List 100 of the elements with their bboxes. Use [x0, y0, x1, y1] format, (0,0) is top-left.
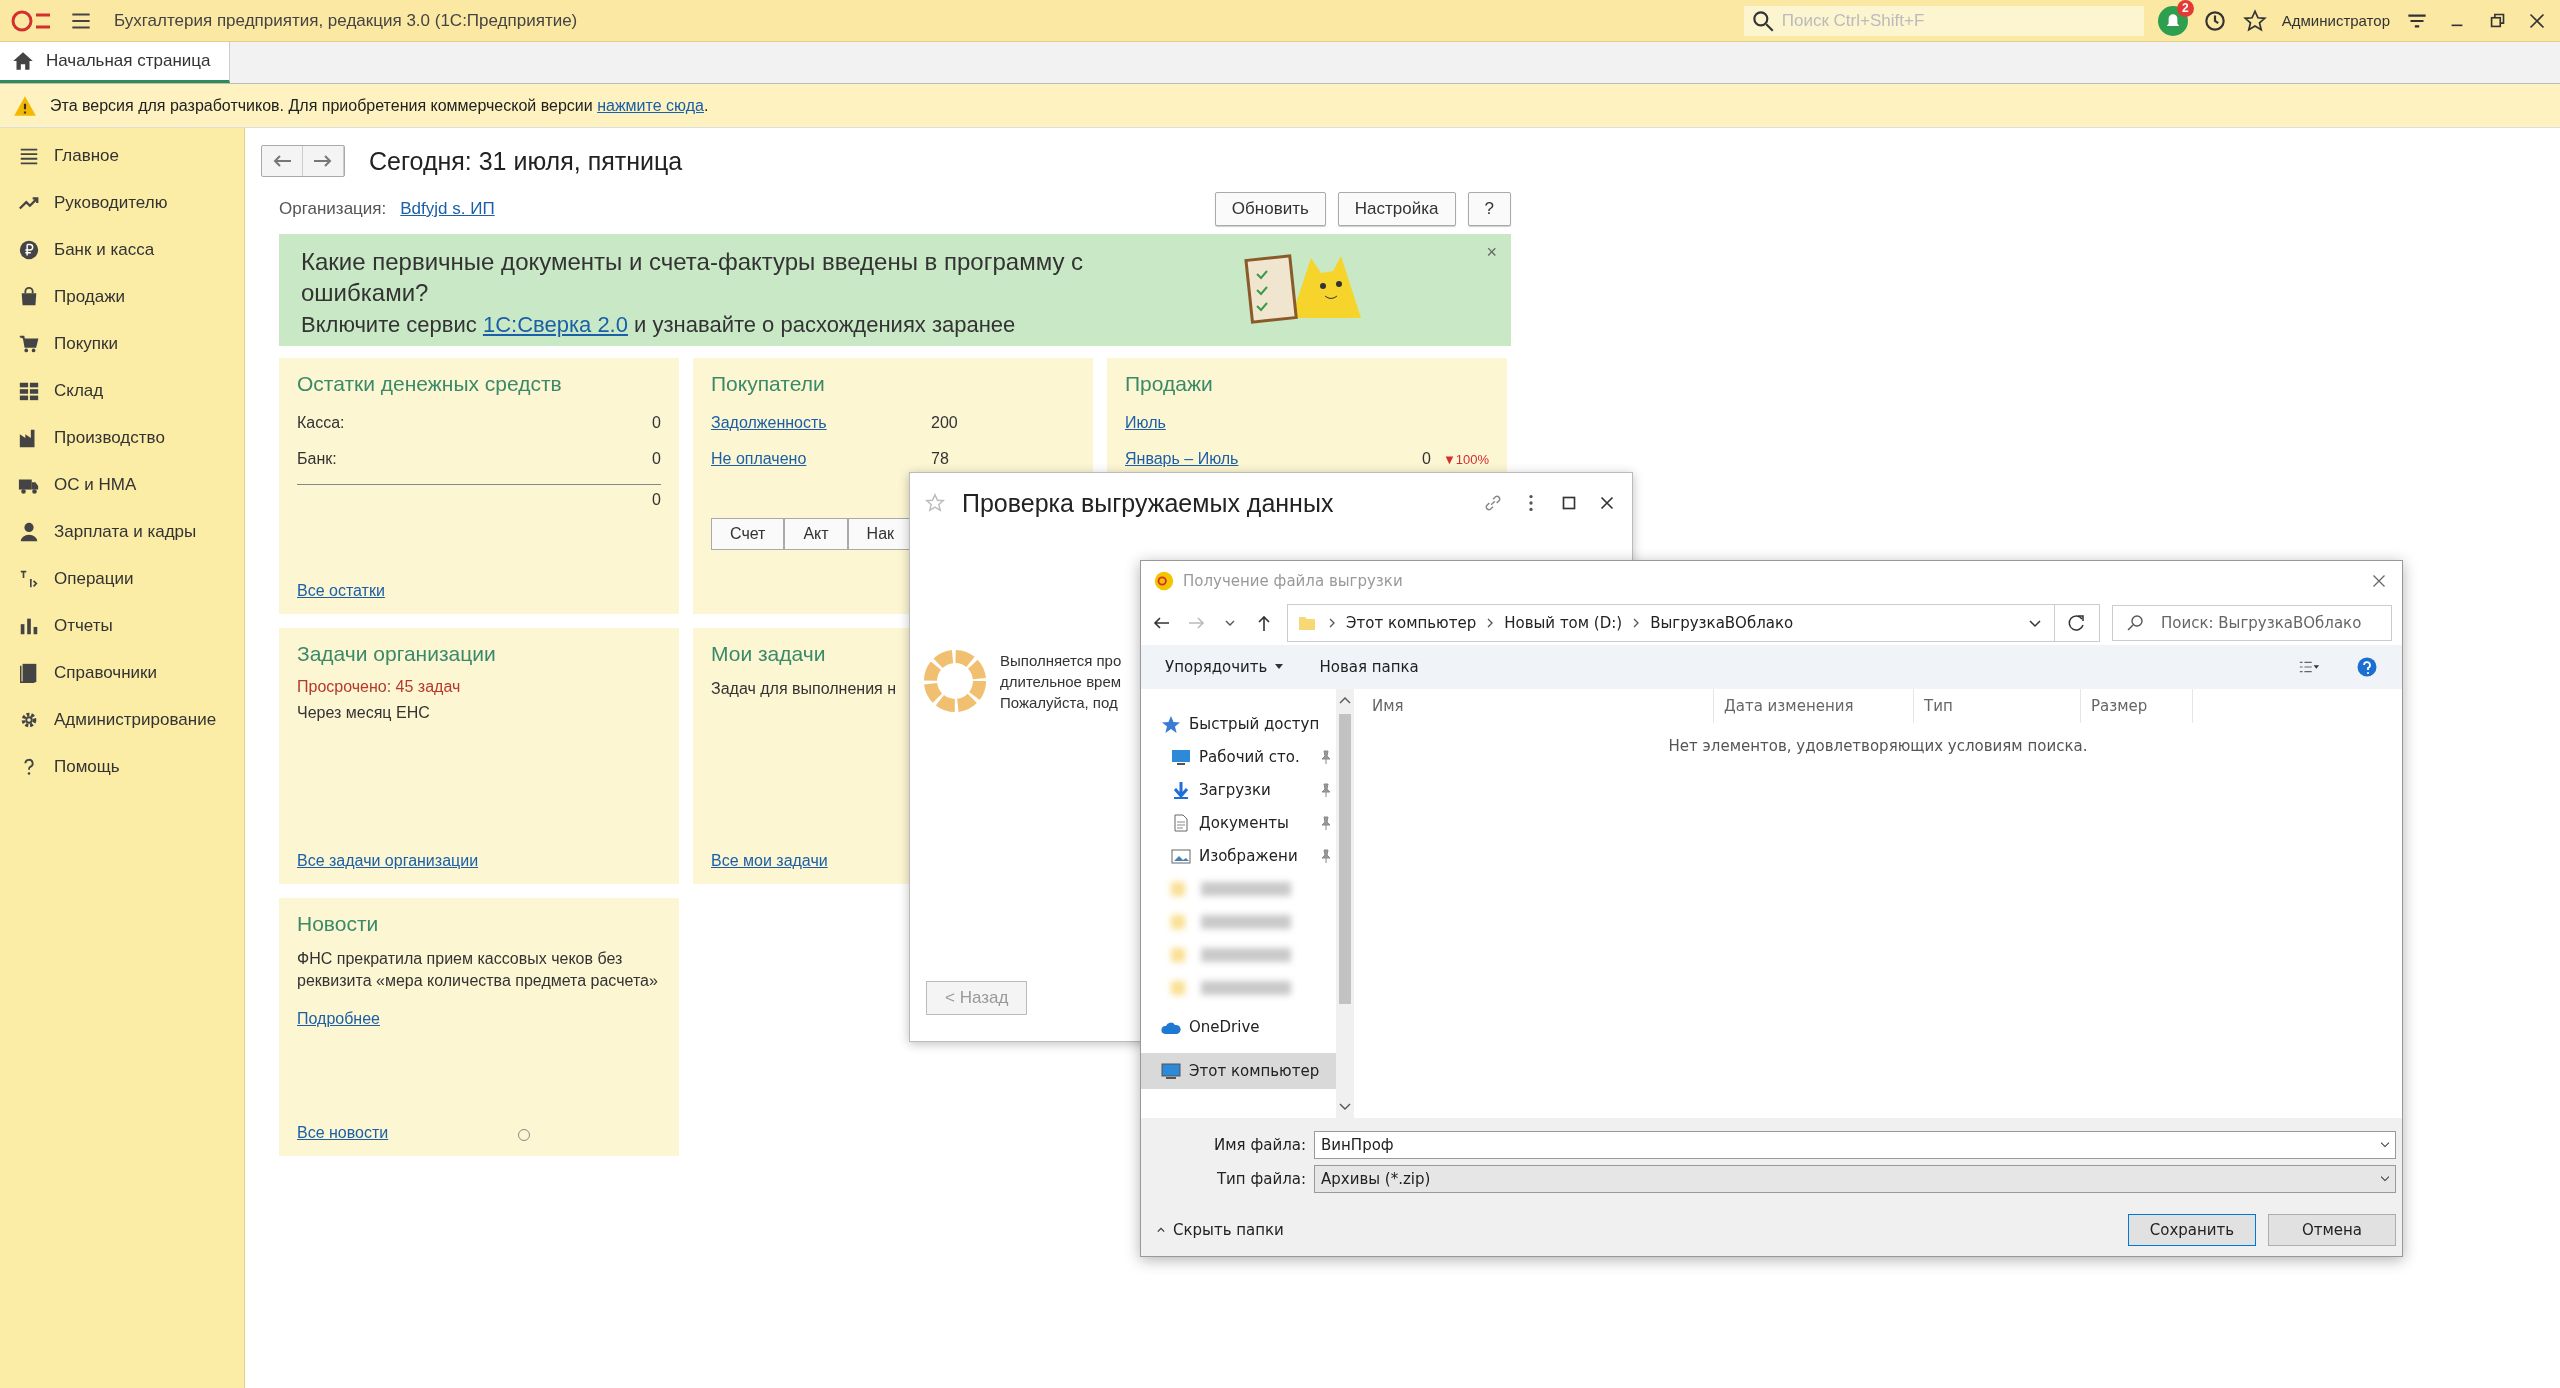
- breadcrumb-item[interactable]: Новый том (D:): [1504, 614, 1623, 632]
- help-icon[interactable]: [2356, 657, 2378, 677]
- column-header[interactable]: Дата изменения: [1714, 689, 1914, 723]
- card-link[interactable]: Все задачи организации: [297, 852, 661, 870]
- sidebar-item[interactable]: Склад: [0, 367, 244, 414]
- navigation-item[interactable]: Быстрый доступ: [1141, 707, 1336, 740]
- navigation-item[interactable]: Изображени: [1141, 839, 1336, 872]
- scroll-down-icon: [1339, 1102, 1351, 1112]
- close-button[interactable]: ×: [1486, 242, 1497, 263]
- pin-icon: [1320, 749, 1332, 764]
- sidebar-item[interactable]: Покупки: [0, 320, 244, 367]
- hide-folders-button[interactable]: Скрыть папки: [1157, 1221, 1284, 1239]
- empty-list-message: Нет элементов, удовлетворяющих условиям поиска.: [1668, 737, 2088, 755]
- sidebar-item[interactable]: Администрирование: [0, 696, 244, 743]
- card-link[interactable]: Все новости: [297, 1124, 389, 1142]
- loading-spinner-icon: [922, 648, 988, 714]
- sidebar-item[interactable]: Производство: [0, 414, 244, 461]
- notice-text: Эта версия для разработчиков. Для приобретения коммерческой версии нажмите сюда.: [50, 96, 709, 115]
- organization-link[interactable]: Bdfyjd s. ИП: [400, 199, 495, 219]
- navigation-item[interactable]: Рабочий сто.: [1141, 740, 1336, 773]
- overdue-text: Просрочено: 45 задач: [297, 678, 462, 696]
- navigation-item[interactable]: Этот компьютер: [1141, 1053, 1336, 1089]
- navigation-item[interactable]: Загрузки: [1141, 773, 1336, 806]
- right-arrow-icon: [312, 154, 334, 168]
- user-name[interactable]: Администратор: [2281, 12, 2390, 29]
- chevron-right-icon: [1632, 617, 1641, 629]
- status-text: Выполняется про длительное врем Пожалуйста, под: [1000, 650, 1122, 713]
- banner-text: Включите сервис 1С:Сверка 2.0 и узнавайте о расхождениях заранее: [301, 312, 1017, 338]
- notification-bell-icon[interactable]: [2157, 5, 2188, 36]
- scrollbar-thumb[interactable]: [1339, 713, 1351, 1004]
- navigation-item[interactable]: OneDrive: [1141, 1010, 1336, 1043]
- settings-button[interactable]: Настройка: [1337, 192, 1456, 226]
- document-icon: [1171, 813, 1191, 832]
- coin-icon: [18, 238, 40, 261]
- service-link[interactable]: 1С:Сверка 2.0: [482, 312, 628, 337]
- column-header[interactable]: Размер: [2081, 689, 2193, 723]
- more-link[interactable]: Подробнее: [297, 1010, 380, 1028]
- filename-field[interactable]: ВинПроф: [1314, 1131, 2396, 1159]
- home-tab[interactable]: Начальная страница: [0, 42, 230, 83]
- month-link[interactable]: Июль: [1125, 414, 1166, 432]
- document-button[interactable]: Счет: [711, 518, 785, 550]
- row-label: Банк:: [297, 450, 337, 468]
- breadcrumb-item[interactable]: Этот компьютер: [1346, 614, 1477, 632]
- change-indicator: ▼100%: [1442, 451, 1489, 467]
- row-link[interactable]: Не оплачено: [711, 450, 931, 468]
- star-icon[interactable]: [924, 492, 946, 514]
- refresh-button[interactable]: [2054, 604, 2100, 642]
- download-arrow-icon: [1171, 780, 1191, 799]
- sidebar-item[interactable]: Зарплата и кадры: [0, 508, 244, 555]
- pin-icon: [1320, 782, 1332, 797]
- card-title: Остатки денежных средств: [297, 372, 562, 396]
- window-title: Бухгалтерия предприятия, редакция 3.0 (1С:Предприятие): [114, 10, 579, 31]
- row-value: 0: [1421, 450, 1431, 468]
- document-button[interactable]: Акт: [784, 518, 848, 550]
- task-item: Через месяц ЕНС: [297, 703, 430, 723]
- file-type-dropdown[interactable]: Архивы (*.zip): [1314, 1165, 2396, 1193]
- chevron-right-icon: [1486, 617, 1495, 629]
- sidebar-item[interactable]: Отчеты: [0, 602, 244, 649]
- star-icon[interactable]: [2241, 7, 2268, 34]
- card-title: Покупатели: [711, 372, 825, 396]
- news-text: ФНС прекратила прием кассовых чеков без реквизита «мера количества предмета расчета»: [297, 949, 659, 991]
- organize-menu-button[interactable]: Упорядочить: [1165, 658, 1284, 676]
- card-link[interactable]: Все остатки: [297, 582, 661, 600]
- address-bar[interactable]: Этот компьютер Новый том (D:) ВыгрузкаВОблако: [1287, 604, 2055, 642]
- column-header[interactable]: Имя: [1354, 689, 1714, 723]
- card-title: Новости: [297, 912, 379, 936]
- period-link[interactable]: Январь – Июль: [1125, 450, 1239, 468]
- picture-icon: [1171, 846, 1191, 865]
- cancel-button[interactable]: Отмена: [2268, 1214, 2396, 1246]
- purchase-link[interactable]: нажмите сюда: [597, 96, 704, 114]
- monitor-icon: [1171, 747, 1191, 766]
- left-arrow-icon: [271, 154, 293, 168]
- page-title: Сегодня: 31 июля, пятница: [369, 146, 683, 176]
- navigation-item[interactable]: Документы: [1141, 806, 1336, 839]
- computer-icon: [1161, 1062, 1181, 1080]
- row-label: Касса:: [297, 414, 345, 432]
- chevron-right-icon: [1328, 617, 1336, 629]
- search-field[interactable]: Поиск: ВыгрузкаВОблако: [2112, 605, 2392, 641]
- row-value: 200: [931, 414, 958, 432]
- sidebar-item[interactable]: Банк и касса: [0, 226, 244, 273]
- refresh-button[interactable]: Обновить: [1214, 192, 1326, 226]
- sidebar-item[interactable]: Продажи: [0, 273, 244, 320]
- sidebar-item[interactable]: Руководителю: [0, 179, 244, 226]
- notification-count-badge: 2: [2176, 0, 2194, 17]
- new-folder-button[interactable]: Новая папка: [1319, 658, 1419, 676]
- person-icon: [18, 520, 40, 543]
- sidebar-item[interactable]: Помощь: [0, 743, 244, 790]
- sidebar-item[interactable]: Справочники: [0, 649, 244, 696]
- row-link[interactable]: Задолженность: [711, 414, 931, 432]
- pin-icon: [1320, 815, 1332, 830]
- breadcrumb-item[interactable]: ВыгрузкаВОблако: [1650, 614, 1794, 632]
- card-text: Задач для выполнения н: [711, 679, 896, 699]
- column-header[interactable]: Тип: [1914, 689, 2081, 723]
- save-button[interactable]: Сохранить: [2128, 1214, 2256, 1246]
- sidebar-item[interactable]: Главное: [0, 132, 244, 179]
- app-logo-icon: [1153, 570, 1175, 592]
- total-value: 0: [652, 491, 661, 509]
- sidebar-item[interactable]: Операции: [0, 555, 244, 602]
- help-button[interactable]: ?: [1467, 192, 1511, 226]
- sidebar-item[interactable]: ОС и НМА: [0, 461, 244, 508]
